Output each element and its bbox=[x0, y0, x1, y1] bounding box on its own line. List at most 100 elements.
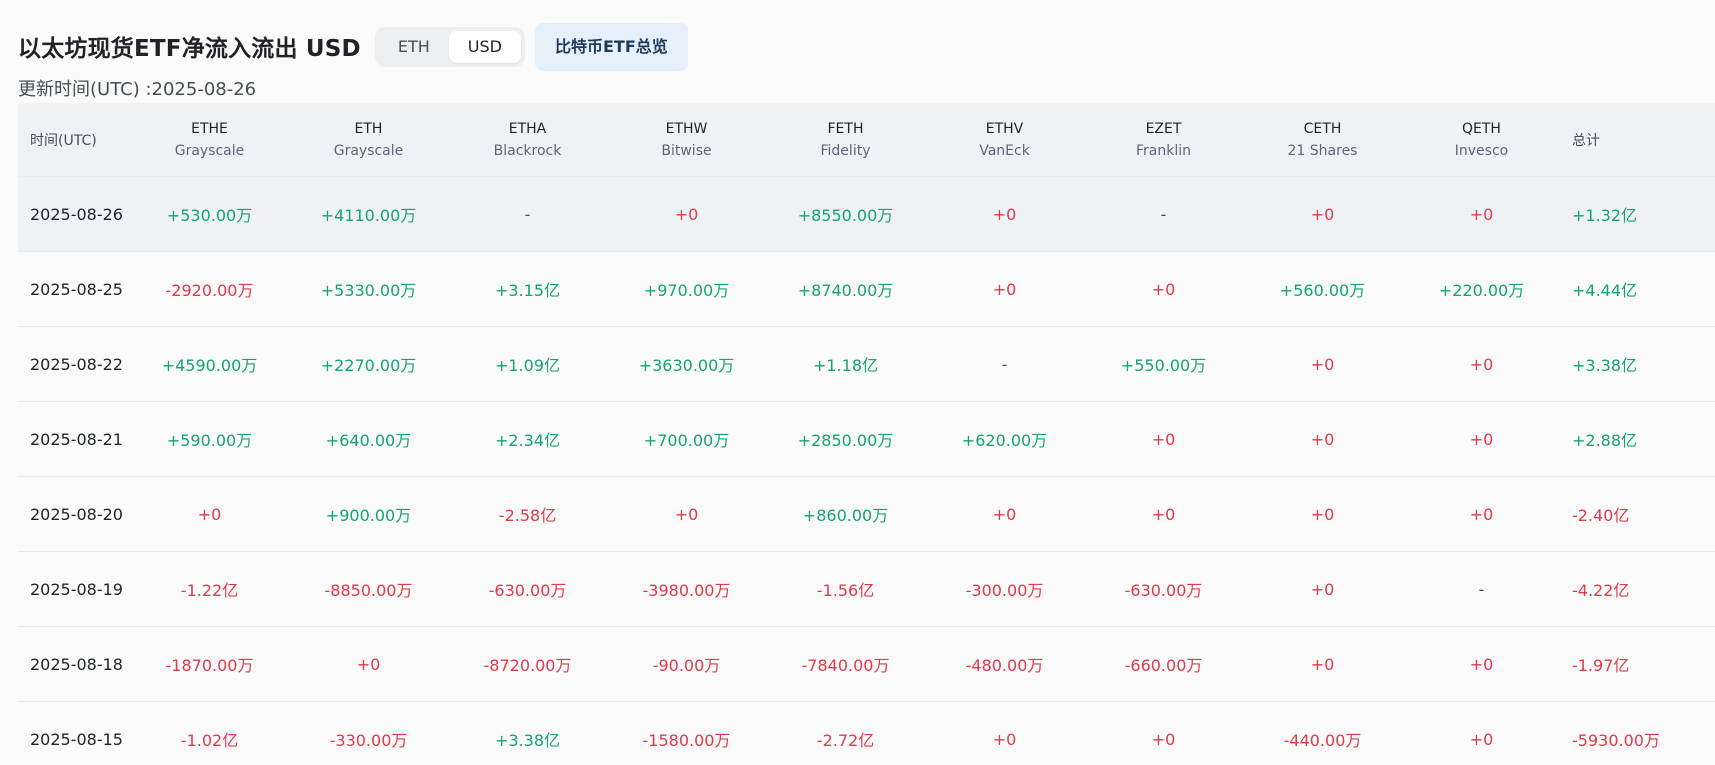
fund-ticker: QETH bbox=[1462, 120, 1501, 137]
flow-value: -1.56亿 bbox=[816, 581, 875, 600]
fund-column-header: ETHA Blackrock bbox=[448, 118, 607, 162]
flow-value: -330.00万 bbox=[329, 731, 408, 750]
flow-value: +900.00万 bbox=[325, 506, 412, 525]
flow-value: - bbox=[1478, 579, 1485, 599]
fund-issuer: Grayscale bbox=[174, 142, 245, 159]
fund-ticker: ETH bbox=[354, 120, 383, 137]
fund-ticker: ETHW bbox=[665, 120, 708, 137]
flow-value: +0 bbox=[674, 204, 699, 224]
unit-toggle: ETH USD bbox=[374, 27, 525, 67]
flow-value: -2.58亿 bbox=[498, 506, 557, 525]
flow-value: +0 bbox=[1151, 429, 1176, 449]
flow-value: +590.00万 bbox=[166, 431, 253, 450]
flow-value: +0 bbox=[1469, 654, 1494, 674]
flow-value: +620.00万 bbox=[961, 431, 1048, 450]
flow-value: +0 bbox=[992, 204, 1017, 224]
flow-value: +0 bbox=[197, 504, 222, 524]
table-row[interactable]: 2025-08-25 -2920.00万 +5330.00万 +3.15亿 +970.0… bbox=[18, 252, 1715, 327]
row-date: 2025-08-21 bbox=[30, 429, 123, 449]
flow-value: +0 bbox=[992, 729, 1017, 749]
flow-value: -440.00万 bbox=[1283, 731, 1362, 750]
fund-column-header: ETH Grayscale bbox=[289, 118, 448, 162]
flow-value: - bbox=[524, 204, 531, 224]
flow-value: -630.00万 bbox=[488, 581, 567, 600]
fund-issuer: Franklin bbox=[1135, 142, 1191, 159]
fund-column-header: ETHV VanEck bbox=[925, 118, 1084, 162]
flow-value: +560.00万 bbox=[1279, 281, 1366, 300]
row-date: 2025-08-26 bbox=[30, 204, 123, 224]
row-total: -1.97亿 bbox=[1572, 656, 1630, 675]
flow-value: +0 bbox=[1151, 504, 1176, 524]
fund-issuer: Blackrock bbox=[493, 142, 562, 159]
flow-value: +3.15亿 bbox=[494, 281, 561, 300]
flow-value: -2.72亿 bbox=[816, 731, 875, 750]
total-column-header: 总计 bbox=[1572, 132, 1600, 149]
flow-value: +0 bbox=[1469, 204, 1494, 224]
fund-issuer: Grayscale bbox=[333, 142, 404, 159]
flow-value: +700.00万 bbox=[643, 431, 730, 450]
row-date: 2025-08-18 bbox=[30, 654, 123, 674]
row-total: +1.32亿 bbox=[1572, 206, 1638, 225]
fund-ticker: FETH bbox=[827, 120, 864, 137]
flow-value: -660.00万 bbox=[1124, 656, 1203, 675]
fund-ticker: EZET bbox=[1145, 120, 1182, 137]
flow-value: +2.34亿 bbox=[494, 431, 561, 450]
toggle-usd-button[interactable]: USD bbox=[448, 31, 521, 63]
row-date: 2025-08-15 bbox=[30, 729, 123, 749]
table-row[interactable]: 2025-08-20 +0 +900.00万 -2.58亿 +0 +860.00万 +0 +0… bbox=[18, 477, 1715, 552]
flow-value: +530.00万 bbox=[166, 206, 253, 225]
table-row[interactable]: 2025-08-18 -1870.00万 +0 -8720.00万 -90.00万 -78… bbox=[18, 627, 1715, 702]
flow-value: -7840.00万 bbox=[801, 656, 890, 675]
table-row[interactable]: 2025-08-22 +4590.00万 +2270.00万 +1.09亿 +3630.… bbox=[18, 327, 1715, 402]
flow-value: +0 bbox=[1469, 504, 1494, 524]
table-header-row: 时间(UTC) ETHE Grayscale ETH Grayscale ETHA Bla… bbox=[18, 103, 1715, 177]
flow-value: +2270.00万 bbox=[320, 356, 417, 375]
flow-value: - bbox=[1160, 204, 1167, 224]
fund-issuer: 21 Shares bbox=[1287, 142, 1358, 159]
update-time: 更新时间(UTC) :2025-08-26 bbox=[18, 79, 257, 100]
flow-value: +4590.00万 bbox=[161, 356, 258, 375]
flow-value: +0 bbox=[1151, 729, 1176, 749]
flow-value: -8850.00万 bbox=[324, 581, 413, 600]
table-row[interactable]: 2025-08-15 -1.02亿 -330.00万 +3.38亿 -1580.00万 -… bbox=[18, 702, 1715, 765]
flow-value: +0 bbox=[1469, 729, 1494, 749]
fund-issuer: VanEck bbox=[979, 142, 1030, 159]
btc-etf-overview-button[interactable]: 比特币ETF总览 bbox=[534, 23, 688, 71]
flow-value: +5330.00万 bbox=[320, 281, 417, 300]
fund-column-header: CETH 21 Shares bbox=[1243, 118, 1402, 162]
flow-value: -3980.00万 bbox=[642, 581, 731, 600]
flow-value: -90.00万 bbox=[652, 656, 721, 675]
row-total: +4.44亿 bbox=[1572, 281, 1638, 300]
fund-column-header: FETH Fidelity bbox=[766, 118, 925, 162]
fund-ticker: ETHA bbox=[508, 120, 547, 137]
fund-ticker: CETH bbox=[1303, 120, 1342, 137]
flow-value: +640.00万 bbox=[325, 431, 412, 450]
flow-value: +0 bbox=[1310, 204, 1335, 224]
flow-value: -1.02亿 bbox=[180, 731, 239, 750]
date-column-header: 时间(UTC) bbox=[30, 132, 97, 149]
flow-value: +8740.00万 bbox=[797, 281, 894, 300]
flow-value: +0 bbox=[1310, 579, 1335, 599]
flow-value: -630.00万 bbox=[1124, 581, 1203, 600]
toggle-eth-button[interactable]: ETH bbox=[379, 31, 449, 63]
table-row[interactable]: 2025-08-19 -1.22亿 -8850.00万 -630.00万 -3980.0… bbox=[18, 552, 1715, 627]
flow-value: +860.00万 bbox=[802, 506, 889, 525]
page: 以太坊现货ETF净流入流出 USD ETH USD 比特币ETF总览 更新时间(… bbox=[0, 0, 1715, 765]
flow-value: +1.18亿 bbox=[812, 356, 879, 375]
row-date: 2025-08-20 bbox=[30, 504, 123, 524]
flow-value: +0 bbox=[1310, 429, 1335, 449]
etf-flow-table: 时间(UTC) ETHE Grayscale ETH Grayscale ETHA Bla… bbox=[18, 103, 1715, 765]
flow-value: +0 bbox=[356, 654, 381, 674]
table-row[interactable]: 2025-08-26 +530.00万 +4110.00万 - +0 +8550.00万 +… bbox=[18, 177, 1715, 252]
flow-value: +0 bbox=[992, 504, 1017, 524]
flow-value: +220.00万 bbox=[1438, 281, 1525, 300]
flow-value: +8550.00万 bbox=[797, 206, 894, 225]
fund-ticker: ETHE bbox=[191, 120, 228, 137]
flow-value: -1580.00万 bbox=[642, 731, 731, 750]
flow-value: -300.00万 bbox=[965, 581, 1044, 600]
fund-issuer: Invesco bbox=[1454, 142, 1509, 159]
row-date: 2025-08-22 bbox=[30, 354, 123, 374]
table-row[interactable]: 2025-08-21 +590.00万 +640.00万 +2.34亿 +700.00万… bbox=[18, 402, 1715, 477]
flow-value: +0 bbox=[1310, 354, 1335, 374]
row-total: -5930.00万 bbox=[1572, 731, 1660, 750]
